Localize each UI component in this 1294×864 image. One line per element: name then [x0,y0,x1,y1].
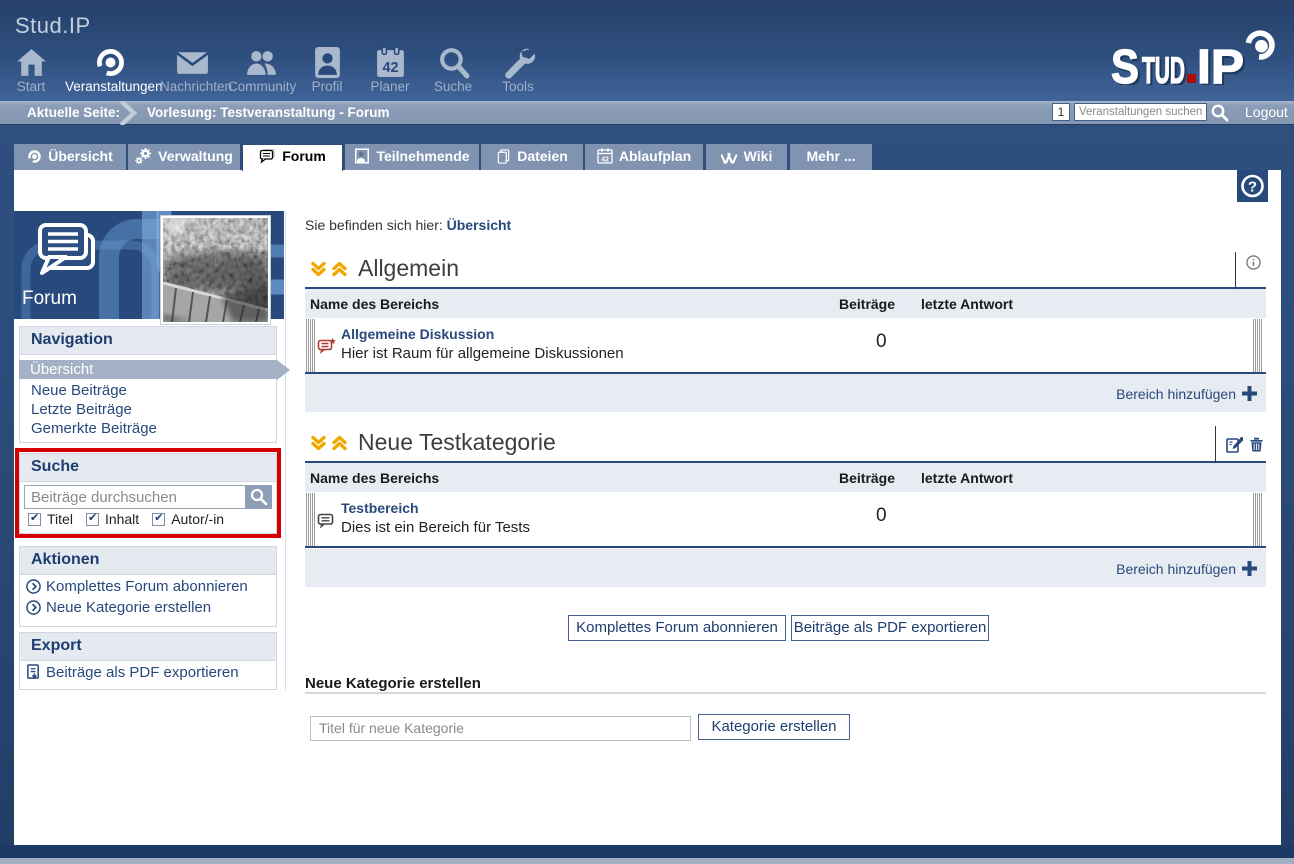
svg-text:S: S [1111,41,1139,85]
svg-text:?: ? [1248,179,1257,196]
svg-text:IP: IP [1197,41,1244,85]
svg-text:42: 42 [601,157,609,164]
svg-text:TUD: TUD [1142,50,1185,85]
svg-text:42: 42 [382,60,398,76]
